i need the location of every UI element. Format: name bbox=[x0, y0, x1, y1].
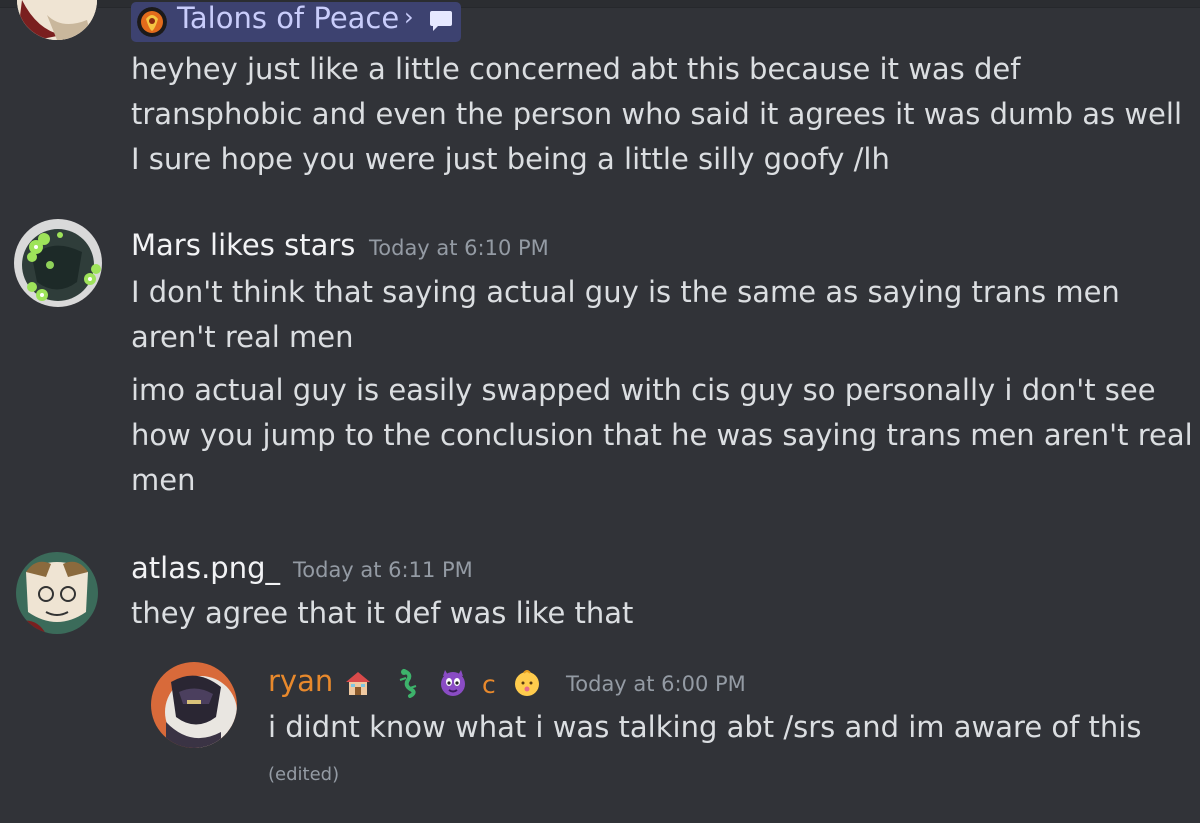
forum-name: Talons of Peace bbox=[177, 1, 400, 35]
timestamp[interactable]: Today at 6:11 PM bbox=[293, 558, 473, 582]
message-line: how you jump to the conclusion that he w… bbox=[131, 418, 1193, 452]
avatar-mars[interactable] bbox=[12, 217, 104, 309]
message-line: I sure hope you were just being a little… bbox=[131, 142, 890, 176]
message-line: men bbox=[131, 463, 196, 497]
username-ryan[interactable]: ryan bbox=[268, 664, 333, 698]
house-emoji-icon bbox=[343, 668, 373, 698]
message-line: imo actual guy is easily swapped with ci… bbox=[131, 373, 1156, 407]
chevron-right-icon: › bbox=[404, 3, 414, 31]
devil-emoji-icon bbox=[438, 668, 468, 698]
message-line: i didnt know what i was talking abt /srs… bbox=[268, 710, 1142, 744]
message-line: I don't think that saying actual guy is … bbox=[131, 275, 1120, 309]
baby-emoji-icon bbox=[512, 668, 542, 698]
avatar-talons[interactable] bbox=[17, 0, 97, 40]
message-line: aren't real men bbox=[131, 320, 354, 354]
timestamp[interactable]: Today at 6:10 PM bbox=[369, 236, 549, 260]
message-line: heyhey just like a little concerned abt … bbox=[131, 52, 1021, 86]
message-line: transphobic and even the person who said… bbox=[131, 97, 1183, 131]
forum-favicon-icon bbox=[137, 7, 167, 37]
forum-thread-chip[interactable]: Talons of Peace › bbox=[131, 1, 461, 42]
avatar-atlas[interactable] bbox=[16, 552, 98, 634]
lizard-emoji-icon bbox=[394, 668, 424, 698]
thread-bubble-icon bbox=[429, 10, 453, 32]
role-letter: c bbox=[482, 670, 496, 699]
edited-label: (edited) bbox=[268, 764, 340, 785]
username-atlas[interactable]: atlas.png_ bbox=[131, 551, 280, 585]
username-mars[interactable]: Mars likes stars bbox=[131, 228, 355, 262]
timestamp[interactable]: Today at 6:00 PM bbox=[566, 672, 746, 696]
avatar-ryan[interactable] bbox=[151, 662, 237, 748]
message-line: they agree that it def was like that bbox=[131, 596, 634, 630]
